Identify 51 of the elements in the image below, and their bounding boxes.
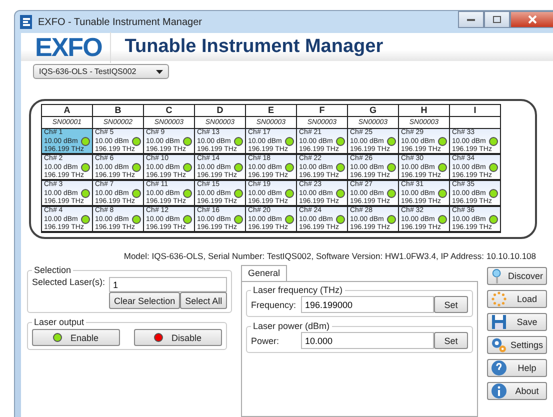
close-button[interactable] <box>510 11 553 28</box>
column-header: D <box>195 104 245 117</box>
field-label: Frequency: <box>251 300 298 310</box>
caret-icon <box>156 70 163 74</box>
value-field[interactable]: 196.199000 <box>301 296 434 313</box>
set-button[interactable]: Set <box>434 332 468 349</box>
help-icon <box>491 360 507 376</box>
device-dropdown[interactable]: IQS-636-OLS - TestIQS002 <box>33 64 169 79</box>
column-header: F <box>297 104 347 117</box>
gears-icon <box>491 337 506 353</box>
app-title: Tunable Instrument Manager <box>124 36 384 58</box>
model-info: Model: IQS-636-OLS, Serial Number: TestIQS002, Software Version: HW1.0FW3.4, IP Address: 10.10.10.108 <box>122 251 536 261</box>
action-button[interactable]: Clear Selection <box>109 292 180 309</box>
app-icon <box>20 15 32 29</box>
info-icon <box>491 383 507 399</box>
spinner-icon <box>491 291 507 307</box>
maximize-icon <box>493 16 501 23</box>
group-title: Laser power (dBm) <box>252 321 331 331</box>
disable-button[interactable]: Disable <box>134 329 222 346</box>
set-button[interactable]: Set <box>434 296 468 313</box>
window-title: EXFO - Tunable Instrument Manager <box>38 16 202 28</box>
save-button[interactable]: Save <box>487 313 547 331</box>
load-button[interactable]: Load <box>487 290 547 308</box>
led-icon <box>53 333 62 342</box>
group-title: Laser frequency (THz) <box>252 285 344 295</box>
column-header: G <box>348 104 398 117</box>
help-button[interactable]: Help <box>487 359 547 377</box>
minimize-icon <box>467 18 475 21</box>
minimize-button[interactable] <box>458 11 484 28</box>
field-label: Power: <box>251 336 280 346</box>
action-button[interactable]: Select All <box>180 292 228 309</box>
column-header: B <box>93 104 143 117</box>
group-title: Selection <box>33 265 72 275</box>
led-icon <box>154 333 164 342</box>
tab[interactable]: General <box>241 265 288 281</box>
field-label: Selected Laser(s): <box>32 277 106 289</box>
logo: EXFO <box>35 32 111 62</box>
settings-button[interactable]: Settings <box>487 336 547 354</box>
column-header: E <box>246 104 296 117</box>
close-icon <box>528 15 536 24</box>
column-header: A <box>42 104 92 117</box>
maximize-button[interactable] <box>484 11 510 28</box>
group-title: Laser output <box>33 317 86 327</box>
discover-button[interactable]: Discover <box>487 267 547 285</box>
value-field[interactable]: 10.000 <box>301 332 434 349</box>
about-button[interactable]: About <box>487 382 547 400</box>
column-header: H <box>399 104 449 117</box>
selected-lasers-field[interactable]: 1 <box>109 277 228 292</box>
column-header: C <box>144 104 194 117</box>
enable-button[interactable]: Enable <box>32 329 120 346</box>
column-header: I <box>450 104 500 117</box>
